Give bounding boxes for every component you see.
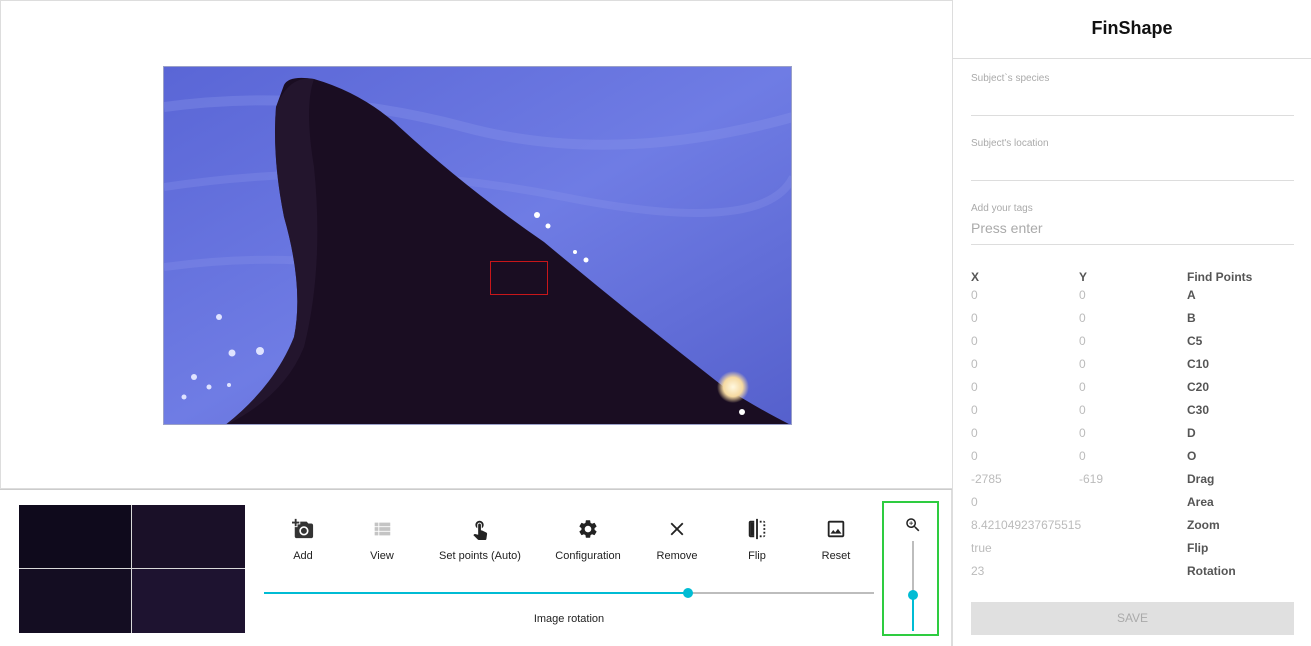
bottom-panel: Add View Set points (Auto) Configuration	[0, 489, 952, 646]
y-value: 0	[1079, 449, 1086, 463]
x-value: 0	[971, 403, 978, 417]
point-name: C20	[1187, 380, 1210, 394]
fin-image	[164, 67, 791, 424]
zoom-slider[interactable]	[908, 541, 918, 631]
thumbnail-preview[interactable]	[19, 505, 245, 633]
save-button[interactable]: SAVE	[971, 602, 1294, 635]
touch-icon	[473, 520, 488, 540]
y-value: 0	[1079, 288, 1086, 302]
y-value: 0	[1079, 426, 1086, 440]
coordinate-row: -2785 -619 Drag	[971, 472, 1294, 495]
x-value: 23	[971, 564, 985, 578]
x-header: X	[971, 270, 980, 284]
toolbar: Add View Set points (Auto) Configuration	[262, 504, 874, 574]
x-value: 0	[971, 426, 978, 440]
coordinate-row: 0 0 C10	[971, 357, 1294, 380]
coordinate-row: 0 0 A	[971, 288, 1294, 311]
configuration-button[interactable]: Configuration	[538, 504, 638, 574]
coordinate-row: 23 Rotation	[971, 564, 1294, 587]
tags-field[interactable]: Add your tags Press enter	[971, 203, 1294, 245]
image-rotation-slider[interactable]	[264, 588, 874, 598]
point-name: Drag	[1187, 472, 1215, 486]
y-value: 0	[1079, 334, 1086, 348]
flip-icon	[748, 518, 766, 540]
thumbnail-grid-line	[131, 505, 132, 633]
coordinate-row: true Flip	[971, 541, 1294, 564]
set-points-button[interactable]: Set points (Auto)	[420, 504, 540, 574]
tags-input[interactable]: Press enter	[971, 220, 1294, 236]
zoom-slider-track	[912, 595, 914, 631]
coordinate-row: 0 0 B	[971, 311, 1294, 334]
point-name: O	[1187, 449, 1197, 463]
main-panel: Add View Set points (Auto) Configuration	[0, 0, 952, 646]
x-value: 0	[971, 357, 978, 371]
selection-rectangle[interactable]	[490, 261, 548, 295]
configuration-label: Configuration	[555, 550, 621, 562]
point-name: C30	[1187, 403, 1210, 417]
add-photo-icon	[292, 518, 314, 539]
rotation-slider-thumb[interactable]	[682, 588, 693, 598]
reset-button[interactable]: Reset	[786, 504, 886, 574]
thumbnail-grid-line	[19, 568, 245, 569]
x-value: -2785	[971, 472, 1002, 486]
y-header: Y	[1079, 270, 1088, 284]
image-rotation-label: Image rotation	[533, 613, 605, 625]
view-button[interactable]: View	[332, 504, 432, 574]
coordinate-row: 0 0 C20	[971, 380, 1294, 403]
x-value: 0	[971, 288, 978, 302]
point-name: C5	[1187, 334, 1203, 348]
fin-photo[interactable]	[163, 66, 792, 425]
point-name: C10	[1187, 357, 1210, 371]
reset-label: Reset	[821, 550, 851, 562]
point-name: Zoom	[1187, 518, 1220, 532]
x-value: 0	[971, 449, 978, 463]
point-name: D	[1187, 426, 1196, 440]
y-value: 0	[1079, 380, 1086, 394]
coordinate-row: 8.421049237675515 Zoom	[971, 518, 1294, 541]
x-value: 0	[971, 334, 978, 348]
x-value: 0	[971, 311, 978, 325]
close-icon	[670, 522, 684, 536]
zoom-control	[882, 501, 939, 636]
image-icon	[827, 520, 845, 538]
app-title: FinShape	[953, 0, 1311, 59]
zoom-in-icon	[906, 518, 920, 532]
species-label: Subject`s species	[971, 73, 1050, 84]
coordinate-row: 0 0 O	[971, 449, 1294, 472]
y-value: -619	[1079, 472, 1104, 486]
find-points-header: Find Points	[1187, 270, 1253, 284]
species-field[interactable]: Subject`s species	[971, 73, 1294, 116]
y-value: 0	[1079, 357, 1086, 371]
point-name: Flip	[1187, 541, 1209, 555]
coordinate-row: 0 0 C5	[971, 334, 1294, 357]
zoom-slider-thumb[interactable]	[908, 590, 918, 600]
location-label: Subject's location	[971, 138, 1049, 149]
y-value: 0	[1079, 311, 1086, 325]
point-name: Rotation	[1187, 564, 1236, 578]
x-value: 8.421049237675515	[971, 518, 1082, 532]
x-value: 0	[971, 495, 978, 509]
tags-label: Add your tags	[971, 203, 1033, 214]
set-points-label: Set points (Auto)	[439, 550, 521, 562]
x-value: true	[971, 541, 992, 555]
sidebar: FinShape Subject`s species Subject's loc…	[952, 0, 1311, 646]
view-label: View	[370, 550, 394, 562]
rotation-slider-track	[264, 592, 688, 594]
coordinate-row: 0 0 D	[971, 426, 1294, 449]
x-value: 0	[971, 380, 978, 394]
coordinate-row: 0 0 C30	[971, 403, 1294, 426]
y-value: 0	[1079, 403, 1086, 417]
gear-icon	[579, 520, 597, 538]
list-icon	[374, 522, 391, 536]
coordinate-row: 0 Area	[971, 495, 1294, 518]
point-name: A	[1187, 288, 1196, 302]
point-name: Area	[1187, 495, 1214, 509]
location-field[interactable]: Subject's location	[971, 138, 1294, 181]
image-canvas[interactable]	[0, 0, 952, 489]
point-name: B	[1187, 311, 1196, 325]
